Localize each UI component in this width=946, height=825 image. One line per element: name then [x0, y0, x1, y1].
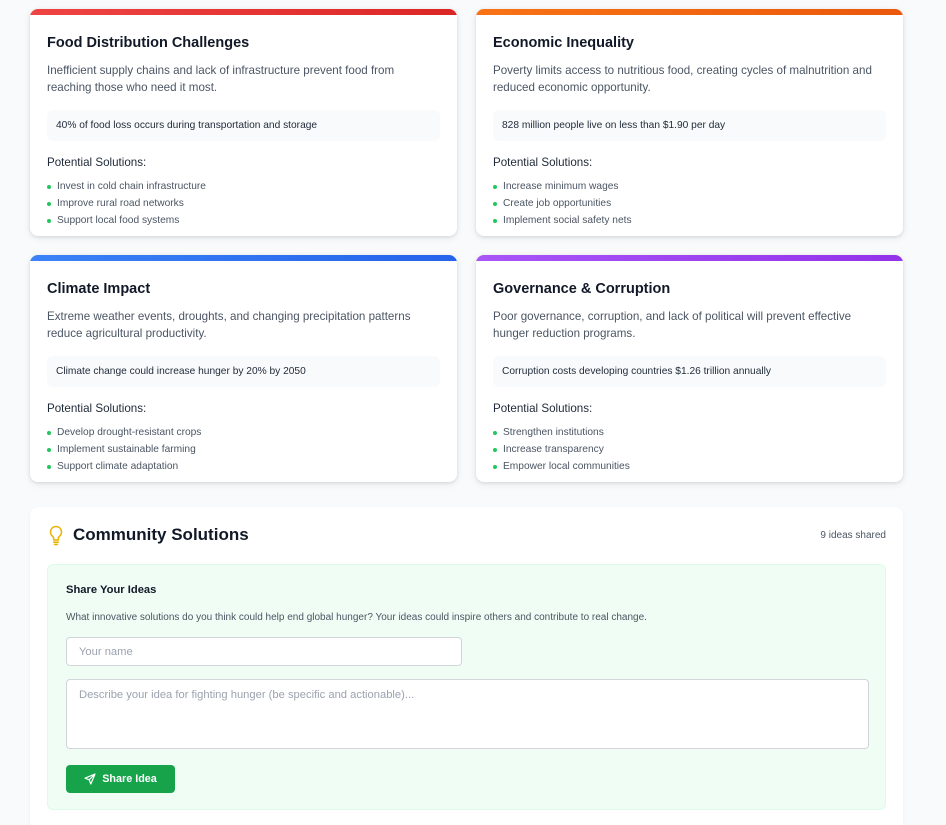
community-header: Community Solutions 9 ideas shared [47, 524, 886, 546]
card-description: Poverty limits access to nutritious food… [493, 64, 872, 94]
bullet-dot-icon [47, 201, 51, 206]
solutions-title: Potential Solutions: [493, 156, 593, 169]
bullet-dot-icon [493, 218, 497, 223]
challenge-card-climate-impact: Climate Impact Extreme weather events, d… [30, 255, 457, 482]
solution-item: Create job opportunities [493, 195, 886, 212]
solutions-title: Potential Solutions: [47, 156, 147, 169]
card-title: Climate Impact [47, 281, 151, 297]
bullet-dot-icon [493, 430, 497, 435]
solutions-title: Potential Solutions: [493, 402, 593, 415]
solutions-list: Strengthen institutions Increase transpa… [493, 424, 886, 475]
share-intro: What innovative solutions do you think c… [66, 612, 647, 623]
bullet-dot-icon [47, 464, 51, 469]
card-title: Governance & Corruption [493, 281, 671, 297]
solution-item: Empower local communities [493, 458, 886, 475]
solution-item: Implement sustainable farming [47, 441, 440, 458]
solution-item: Increase transparency [493, 441, 886, 458]
bullet-dot-icon [493, 447, 497, 452]
share-idea-button[interactable]: Share Idea [66, 765, 175, 793]
card-description: Extreme weather events, droughts, and ch… [47, 310, 411, 340]
idea-textarea[interactable] [66, 679, 869, 749]
card-description: Inefficient supply chains and lack of in… [47, 64, 395, 94]
page: Food Distribution Challenges Inefficient… [0, 0, 946, 825]
community-title: Community Solutions [73, 525, 249, 544]
card-stat: 828 million people live on less than $1.… [493, 110, 886, 141]
challenge-card-governance: Governance & Corruption Poor governance,… [476, 255, 903, 482]
card-stat: 40% of food loss occurs during transport… [47, 110, 440, 141]
community-solutions-section: Community Solutions 9 ideas shared Share… [30, 507, 903, 825]
solution-item: Develop drought-resistant crops [47, 424, 440, 441]
solutions-list: Develop drought-resistant crops Implemen… [47, 424, 440, 475]
lightbulb-icon [49, 525, 63, 546]
solution-item: Support climate adaptation [47, 458, 440, 475]
bullet-dot-icon [47, 430, 51, 435]
bullet-dot-icon [493, 201, 497, 206]
solutions-title: Potential Solutions: [47, 402, 147, 415]
solution-item: Increase minimum wages [493, 178, 886, 195]
card-title: Economic Inequality [493, 35, 634, 51]
share-idea-label: Share Idea [102, 773, 157, 785]
ideas-count: 9 ideas shared [820, 529, 886, 541]
solution-item: Implement social safety nets [493, 212, 886, 229]
bullet-dot-icon [493, 464, 497, 469]
card-title: Food Distribution Challenges [47, 35, 250, 51]
bullet-dot-icon [47, 447, 51, 452]
solutions-list: Increase minimum wages Create job opport… [493, 178, 886, 229]
bullet-dot-icon [493, 184, 497, 189]
card-description: Poor governance, corruption, and lack of… [493, 310, 852, 340]
solution-item: Strengthen institutions [493, 424, 886, 441]
send-icon [84, 773, 96, 785]
challenge-card-food-distribution: Food Distribution Challenges Inefficient… [30, 9, 457, 236]
solution-item: Invest in cold chain infrastructure [47, 178, 440, 195]
card-stat: Corruption costs developing countries $1… [493, 356, 886, 387]
share-title: Share Your Ideas [66, 584, 157, 596]
solution-item: Improve rural road networks [47, 195, 440, 212]
bullet-dot-icon [47, 218, 51, 223]
bullet-dot-icon [47, 184, 51, 189]
solution-item: Support local food systems [47, 212, 440, 229]
solutions-list: Invest in cold chain infrastructure Impr… [47, 178, 440, 229]
challenge-card-economic-inequality: Economic Inequality Poverty limits acces… [476, 9, 903, 236]
share-ideas-panel: Share Your Ideas What innovative solutio… [47, 564, 886, 810]
name-input[interactable] [66, 637, 462, 666]
card-stat: Climate change could increase hunger by … [47, 356, 440, 387]
